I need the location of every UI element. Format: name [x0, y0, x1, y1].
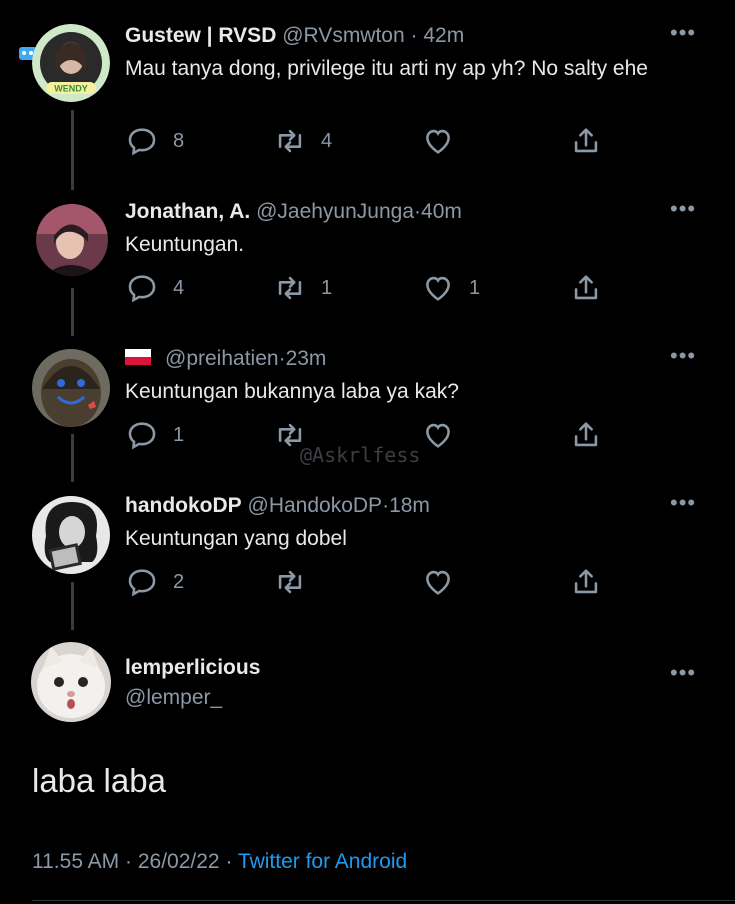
share-button[interactable] — [569, 271, 603, 305]
action-bar: 4 1 1 — [125, 271, 605, 307]
user-handle[interactable]: @HandokoDP — [248, 494, 383, 517]
reply-count: 4 — [173, 276, 185, 299]
reply-header: Jonathan, A. @JaehyunJunga·40m — [125, 200, 462, 224]
reply-icon — [128, 569, 156, 597]
avatar-caption: WENDY — [54, 84, 88, 94]
tweet-text: laba laba — [32, 762, 166, 799]
reply-count: 8 — [173, 129, 185, 152]
separator: · — [278, 347, 286, 370]
reply-header: Gustew | RVSD @RVsmwton · 42m — [125, 24, 464, 48]
reply-button[interactable]: 8 — [125, 124, 184, 158]
more-icon[interactable]: ••• — [670, 662, 696, 684]
timestamp[interactable]: 18m — [389, 494, 430, 517]
reply-header: handokoDP @HandokoDP·18m — [125, 494, 430, 518]
avatar[interactable] — [36, 204, 108, 276]
tweet-text: Keuntungan. — [125, 233, 245, 256]
watermark: @Askrlfess — [300, 443, 421, 467]
more-icon[interactable]: ••• — [670, 22, 696, 44]
retweet-icon — [278, 276, 302, 300]
separator: · — [414, 200, 422, 223]
like-icon — [426, 570, 450, 595]
separator: · — [410, 24, 418, 47]
avatar[interactable]: WENDY — [32, 24, 110, 102]
reply-icon — [128, 128, 156, 156]
timestamp[interactable]: 42m — [423, 24, 464, 47]
avatar[interactable] — [32, 496, 110, 574]
like-button[interactable] — [421, 565, 469, 599]
reply-tweet[interactable]: handokoDP @HandokoDP·18m ••• Keuntungan … — [0, 492, 735, 634]
reply-count: 2 — [173, 570, 185, 593]
tweet-text: Mau tanya dong, privilege itu arti ny ap… — [125, 57, 648, 80]
like-icon — [426, 129, 450, 154]
timestamp[interactable]: 40m — [421, 200, 462, 223]
reply-button[interactable]: 2 — [125, 565, 184, 599]
share-button[interactable] — [569, 124, 603, 158]
reply-icon — [128, 422, 156, 450]
like-button[interactable] — [421, 124, 469, 158]
tweet-meta: 11.55 AM · 26/02/22 · Twitter for Androi… — [32, 850, 407, 874]
timestamp[interactable]: 23m — [286, 347, 327, 370]
user-handle[interactable]: @lemper_ — [125, 686, 222, 710]
divider — [32, 900, 735, 901]
display-name[interactable]: Gustew | RVSD — [125, 24, 276, 47]
retweet-button[interactable] — [273, 565, 321, 599]
action-bar: 8 4 — [125, 124, 605, 160]
like-icon — [426, 423, 450, 448]
separator: · — [225, 850, 233, 873]
avatar[interactable] — [32, 349, 110, 427]
reply-header: @preihatien·23m — [125, 347, 326, 371]
display-name[interactable]: Jonathan, A. — [125, 200, 250, 223]
reply-tweet[interactable]: Jonathan, A. @JaehyunJunga·40m ••• Keunt… — [0, 198, 735, 340]
retweet-button[interactable]: 1 — [273, 271, 332, 305]
tweet-text: Keuntungan yang dobel — [125, 527, 347, 550]
tweet-date[interactable]: 26/02/22 — [138, 850, 220, 873]
retweet-count: 4 — [321, 129, 333, 152]
user-handle[interactable]: @JaehyunJunga — [256, 200, 414, 223]
share-icon — [574, 128, 598, 153]
tweet-source-link[interactable]: Twitter for Android — [238, 850, 407, 873]
reply-button[interactable]: 4 — [125, 271, 184, 305]
user-handle[interactable]: @RVsmwton — [282, 24, 404, 47]
reply-tweet[interactable]: WENDY Gustew | RVSD @RVsmwton · 42m ••• … — [0, 22, 735, 164]
like-button[interactable]: 1 — [421, 271, 480, 305]
poland-flag-icon — [125, 349, 151, 366]
tweet-text: Keuntungan bukannya laba ya kak? — [125, 380, 459, 403]
share-icon — [574, 275, 598, 300]
retweet-button[interactable]: 4 — [273, 124, 332, 158]
display-name[interactable]: handokoDP — [125, 494, 242, 517]
user-handle[interactable]: @preihatien — [165, 347, 279, 370]
like-count: 1 — [469, 276, 481, 299]
like-icon — [426, 276, 450, 301]
action-bar: 2 — [125, 565, 605, 601]
display-name[interactable]: lemperlicious — [125, 656, 260, 680]
retweet-icon — [278, 570, 302, 594]
retweet-count: 1 — [321, 276, 333, 299]
more-icon[interactable]: ••• — [670, 492, 696, 514]
reply-count: 1 — [173, 423, 185, 446]
reply-button[interactable]: 1 — [125, 418, 184, 452]
avatar[interactable] — [31, 642, 111, 722]
share-button[interactable] — [569, 565, 603, 599]
like-button[interactable] — [421, 418, 469, 452]
separator: · — [125, 850, 133, 873]
tweet-time[interactable]: 11.55 AM — [32, 850, 119, 873]
share-button[interactable] — [569, 418, 603, 452]
more-icon[interactable]: ••• — [670, 198, 696, 220]
retweet-icon — [278, 129, 302, 153]
share-icon — [574, 422, 598, 447]
reply-icon — [128, 275, 156, 303]
share-icon — [574, 569, 598, 594]
more-icon[interactable]: ••• — [670, 345, 696, 367]
